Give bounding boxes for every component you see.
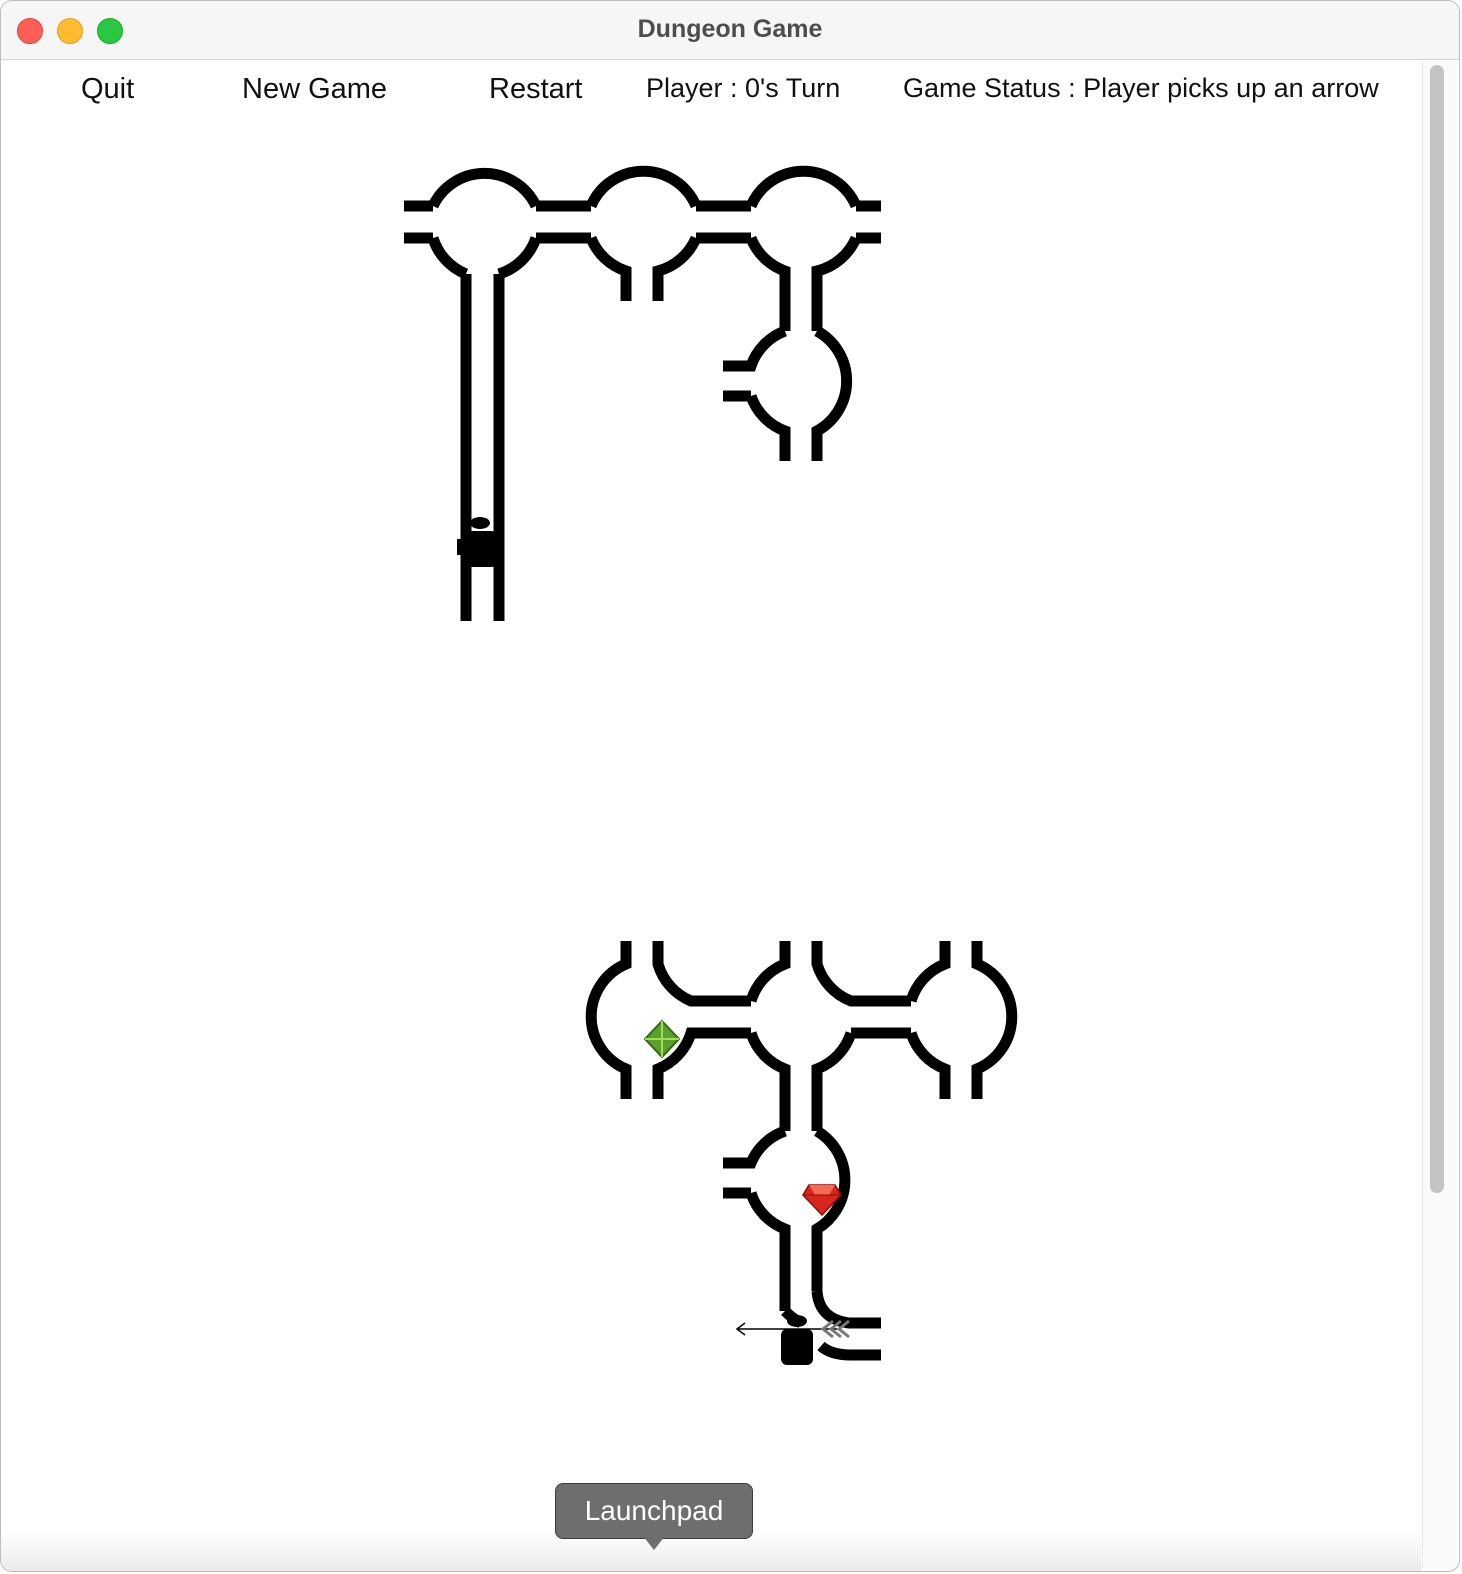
room-wall — [585, 941, 751, 1099]
game-window: Dungeon Game Quit New Game Restart Playe… — [0, 0, 1460, 1572]
corridor-wall — [460, 274, 505, 621]
room-wall — [745, 165, 881, 331]
launchpad-tooltip: Launchpad — [555, 1483, 753, 1539]
dungeon-map — [404, 165, 1018, 1365]
room-wall — [723, 325, 853, 461]
room-wall — [585, 165, 751, 301]
room-wall — [404, 168, 591, 280]
room-wall — [905, 941, 1018, 1099]
tooltip-pointer — [643, 1536, 665, 1550]
player-token-icon — [781, 1315, 813, 1365]
room-wall — [745, 941, 911, 1131]
room-wall — [723, 1125, 851, 1311]
emerald-icon — [643, 1019, 681, 1059]
vertical-scrollbar-thumb[interactable] — [1430, 65, 1444, 1193]
